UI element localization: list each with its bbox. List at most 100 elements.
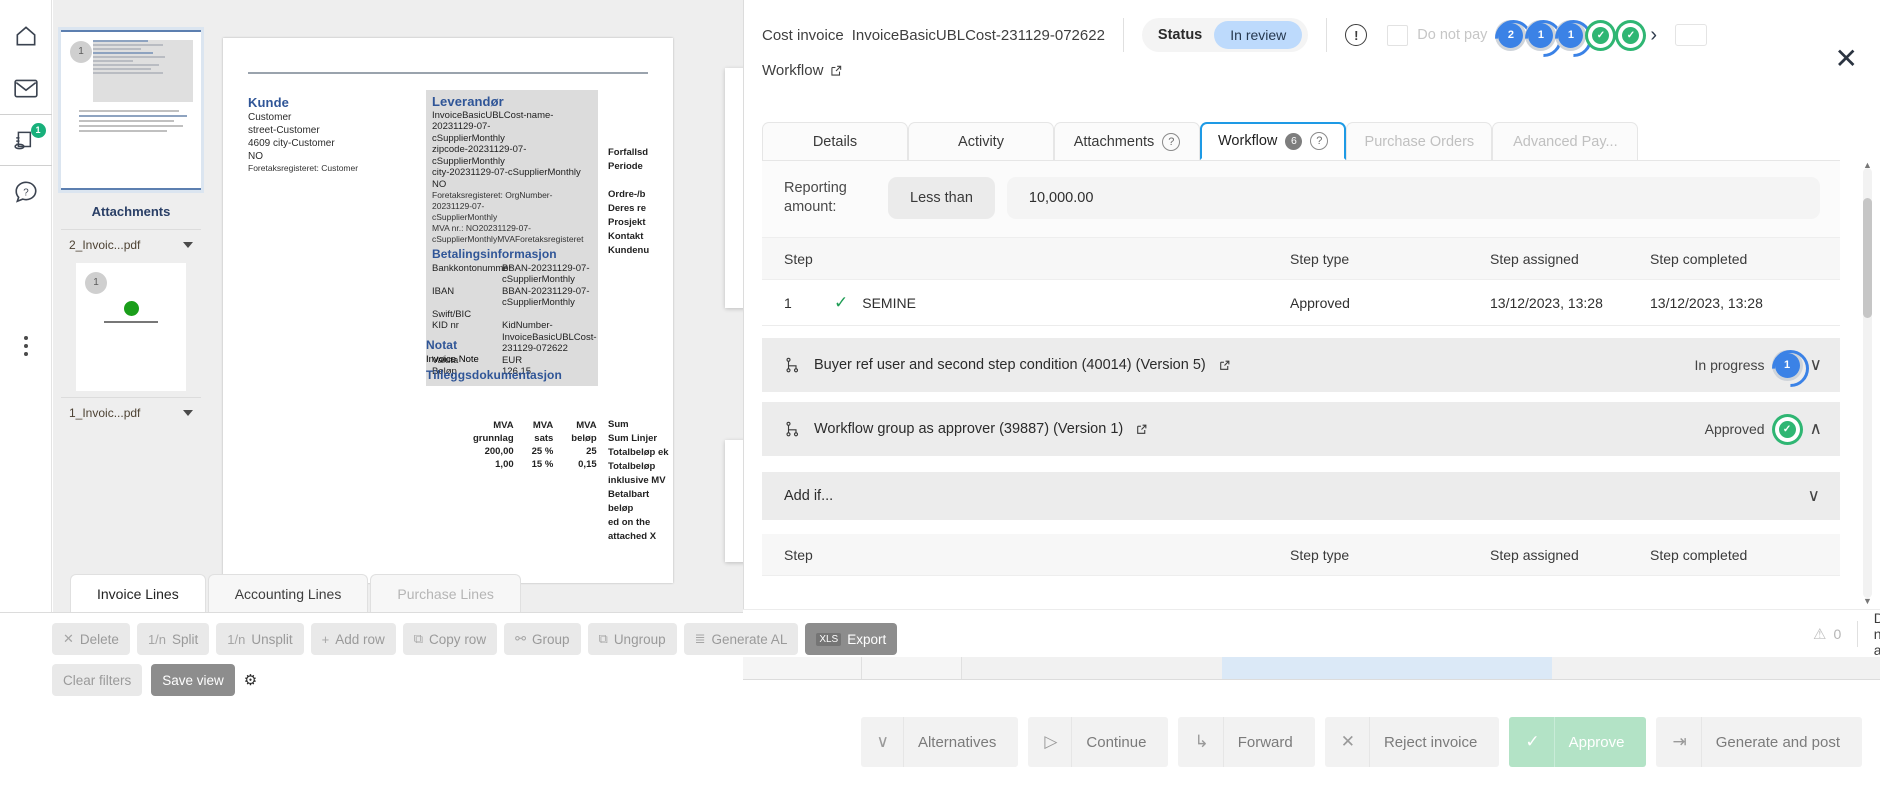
attachments-caption: Attachments <box>61 190 201 229</box>
chevron-down-icon[interactable]: ∨ <box>1810 355 1822 375</box>
step-badge-2[interactable]: 1 <box>1528 23 1553 48</box>
workflow-group-row[interactable]: Workflow group as approver (39887) (Vers… <box>762 402 1840 456</box>
page-thumbnail-1[interactable]: 1 <box>61 30 201 190</box>
workflow-group-row[interactable]: Buyer ref user and second step condition… <box>762 338 1840 392</box>
tab-purchase-orders-label: Purchase Orders <box>1365 134 1475 150</box>
doc-sum-heading: Sum <box>608 418 673 432</box>
doc-mva-h2a: MVA <box>524 420 562 431</box>
chevron-up-icon[interactable]: ∧ <box>1810 419 1822 439</box>
ungroup-icon: ⧉ <box>599 631 608 647</box>
split-button-label: Split <box>172 632 198 647</box>
mail-icon[interactable] <box>0 62 52 114</box>
do-not-pay-label: Do not pay <box>1417 27 1487 43</box>
do-not-pay-group: Do not pay <box>1387 25 1487 46</box>
add-row-button[interactable]: + Add row <box>311 623 396 655</box>
help-icon[interactable]: ? <box>0 166 52 218</box>
invoices-icon[interactable]: 1 <box>0 114 52 166</box>
workflow-group-name: Buyer ref user and second step condition… <box>814 357 1206 373</box>
attachment-select-1[interactable]: 2_Invoic...pdf <box>61 229 201 259</box>
generate-and-post-button[interactable]: ⇥ Generate and post <box>1656 717 1862 767</box>
workflow-breadcrumb-link[interactable]: Workflow <box>762 62 1880 79</box>
group-button[interactable]: ⚯ Group <box>504 623 580 655</box>
tab-attachments[interactable]: Attachments ? <box>1054 122 1200 160</box>
doc-notat-text: Invoice Note <box>426 354 598 365</box>
comment-box-icon[interactable] <box>1675 24 1707 46</box>
check-icon: ✓ <box>834 293 848 313</box>
doc-betaling-row-0: Bankkontonummer BBAN-20231129-07- <box>432 263 592 275</box>
generate-al-button-label: Generate AL <box>712 632 788 647</box>
reporting-amount-input[interactable]: 10,000.00 <box>1007 177 1820 219</box>
ungroup-button[interactable]: ⧉ Ungroup <box>588 623 677 655</box>
save-view-label: Save view <box>162 673 224 688</box>
clear-filters-label: Clear filters <box>63 673 131 688</box>
tab-accounting-lines[interactable]: Accounting Lines <box>208 574 369 612</box>
step-badge-1[interactable]: 2 <box>1498 23 1523 48</box>
home-icon[interactable] <box>0 10 52 62</box>
chevron-down-icon[interactable]: ∨ <box>1808 486 1820 506</box>
workflow-node-icon <box>784 420 802 438</box>
unsplit-button[interactable]: 1/n Unsplit <box>216 623 303 655</box>
export-button[interactable]: XLS Export <box>805 623 897 655</box>
split-button[interactable]: 1/n Split <box>137 623 209 655</box>
approve-label: Approve <box>1569 734 1625 751</box>
step-badge-3[interactable]: 1 <box>1558 23 1583 48</box>
help-icon[interactable]: ? <box>1162 133 1180 151</box>
save-view-button[interactable]: Save view <box>151 664 235 696</box>
tab-invoice-lines[interactable]: Invoice Lines <box>70 574 206 612</box>
forward-label: Forward <box>1238 734 1293 751</box>
scroll-up-arrow-icon[interactable]: ▲ <box>1863 160 1872 170</box>
scroll-down-arrow-icon[interactable]: ▼ <box>1863 596 1872 606</box>
doc-mva-r0c1: 25 % <box>524 446 562 457</box>
document-page[interactable]: Kunde Customer street-Customer 4609 city… <box>223 38 673 583</box>
delete-button[interactable]: ✕ Delete <box>52 623 130 655</box>
help-icon[interactable]: ? <box>1310 132 1328 150</box>
add-if-row[interactable]: Add if... ∨ <box>762 472 1840 520</box>
doc-betaling-heading: Betalingsinformasjon <box>432 249 592 261</box>
step-badge-4[interactable]: ✓ <box>1588 23 1613 48</box>
lines-toolbar-row-2: Clear filters Save view ⚙ <box>0 655 743 696</box>
tab-activity[interactable]: Activity <box>908 122 1054 160</box>
generate-al-button[interactable]: ≣ Generate AL <box>684 623 799 655</box>
gear-icon[interactable]: ⚙ <box>244 671 257 689</box>
plus-icon: + <box>322 632 330 647</box>
status-badge: Status In review <box>1142 18 1308 52</box>
approve-button[interactable]: ✓ Approve <box>1509 717 1646 767</box>
exclamation-circle-icon[interactable]: ! <box>1345 24 1367 46</box>
clear-filters-button[interactable]: Clear filters <box>52 664 142 696</box>
continue-button[interactable]: ▷ Continue <box>1028 717 1168 767</box>
rail-more-icon[interactable] <box>24 336 28 356</box>
close-icon[interactable]: ✕ <box>1835 45 1858 73</box>
step-badge-5[interactable]: ✓ <box>1618 23 1643 48</box>
continue-label: Continue <box>1086 734 1146 751</box>
attachment-select-2[interactable]: 1_Invoic...pdf <box>61 397 201 427</box>
tab-details-label: Details <box>813 134 857 150</box>
doc-right-column: Forfallsd Periode Ordre-/b Deres re Pros… <box>608 146 673 258</box>
doc-rc-6: Kontakt <box>608 230 673 244</box>
tab-workflow[interactable]: Workflow 6 ? <box>1200 122 1346 160</box>
next-badges-chevron-icon[interactable]: › <box>1650 24 1657 47</box>
alternatives-button[interactable]: ∨ Alternatives <box>861 717 1019 767</box>
doc-notat-block: Notat Invoice Note Tilleggsdokumentasjon <box>426 338 598 384</box>
workflow-node-icon <box>784 356 802 374</box>
reporting-condition-select[interactable]: Less than <box>888 177 995 219</box>
workflow-scrollbar[interactable]: ▲ ▼ <box>1863 168 1872 598</box>
forward-button[interactable]: ↳ Forward <box>1178 717 1314 767</box>
do-not-pay-checkbox[interactable] <box>1387 25 1408 46</box>
lines-toolbar: ✕ Delete 1/n Split 1/n Unsplit + Add row… <box>0 612 743 724</box>
reject-invoice-button[interactable]: ✕ Reject invoice <box>1325 717 1500 767</box>
row-step-assigned: 13/12/2023, 13:28 <box>1490 295 1650 311</box>
tab-details[interactable]: Details <box>762 122 908 160</box>
tab-activity-label: Activity <box>958 134 1004 150</box>
row-step-type: Approved <box>1290 295 1490 311</box>
col-step-type: Step type <box>1290 251 1490 267</box>
doc-rule <box>248 72 648 74</box>
check-icon: ✓ <box>1592 27 1609 44</box>
doc-lev-l2: cSupplierMonthly <box>432 133 592 145</box>
add-row-button-label: Add row <box>335 632 385 647</box>
table-row[interactable]: 1 ✓ SEMINE Approved 13/12/2023, 13:28 13… <box>762 280 1840 326</box>
doc-lev-mva1: MVA nr.: NO20231129-07- <box>432 223 592 234</box>
scrollbar-thumb[interactable] <box>1863 198 1872 318</box>
doc-type-label: Cost invoice <box>762 27 844 44</box>
page-thumbnail-2[interactable]: 1 <box>76 263 186 391</box>
copy-row-button[interactable]: ⧉ Copy row <box>403 623 497 655</box>
